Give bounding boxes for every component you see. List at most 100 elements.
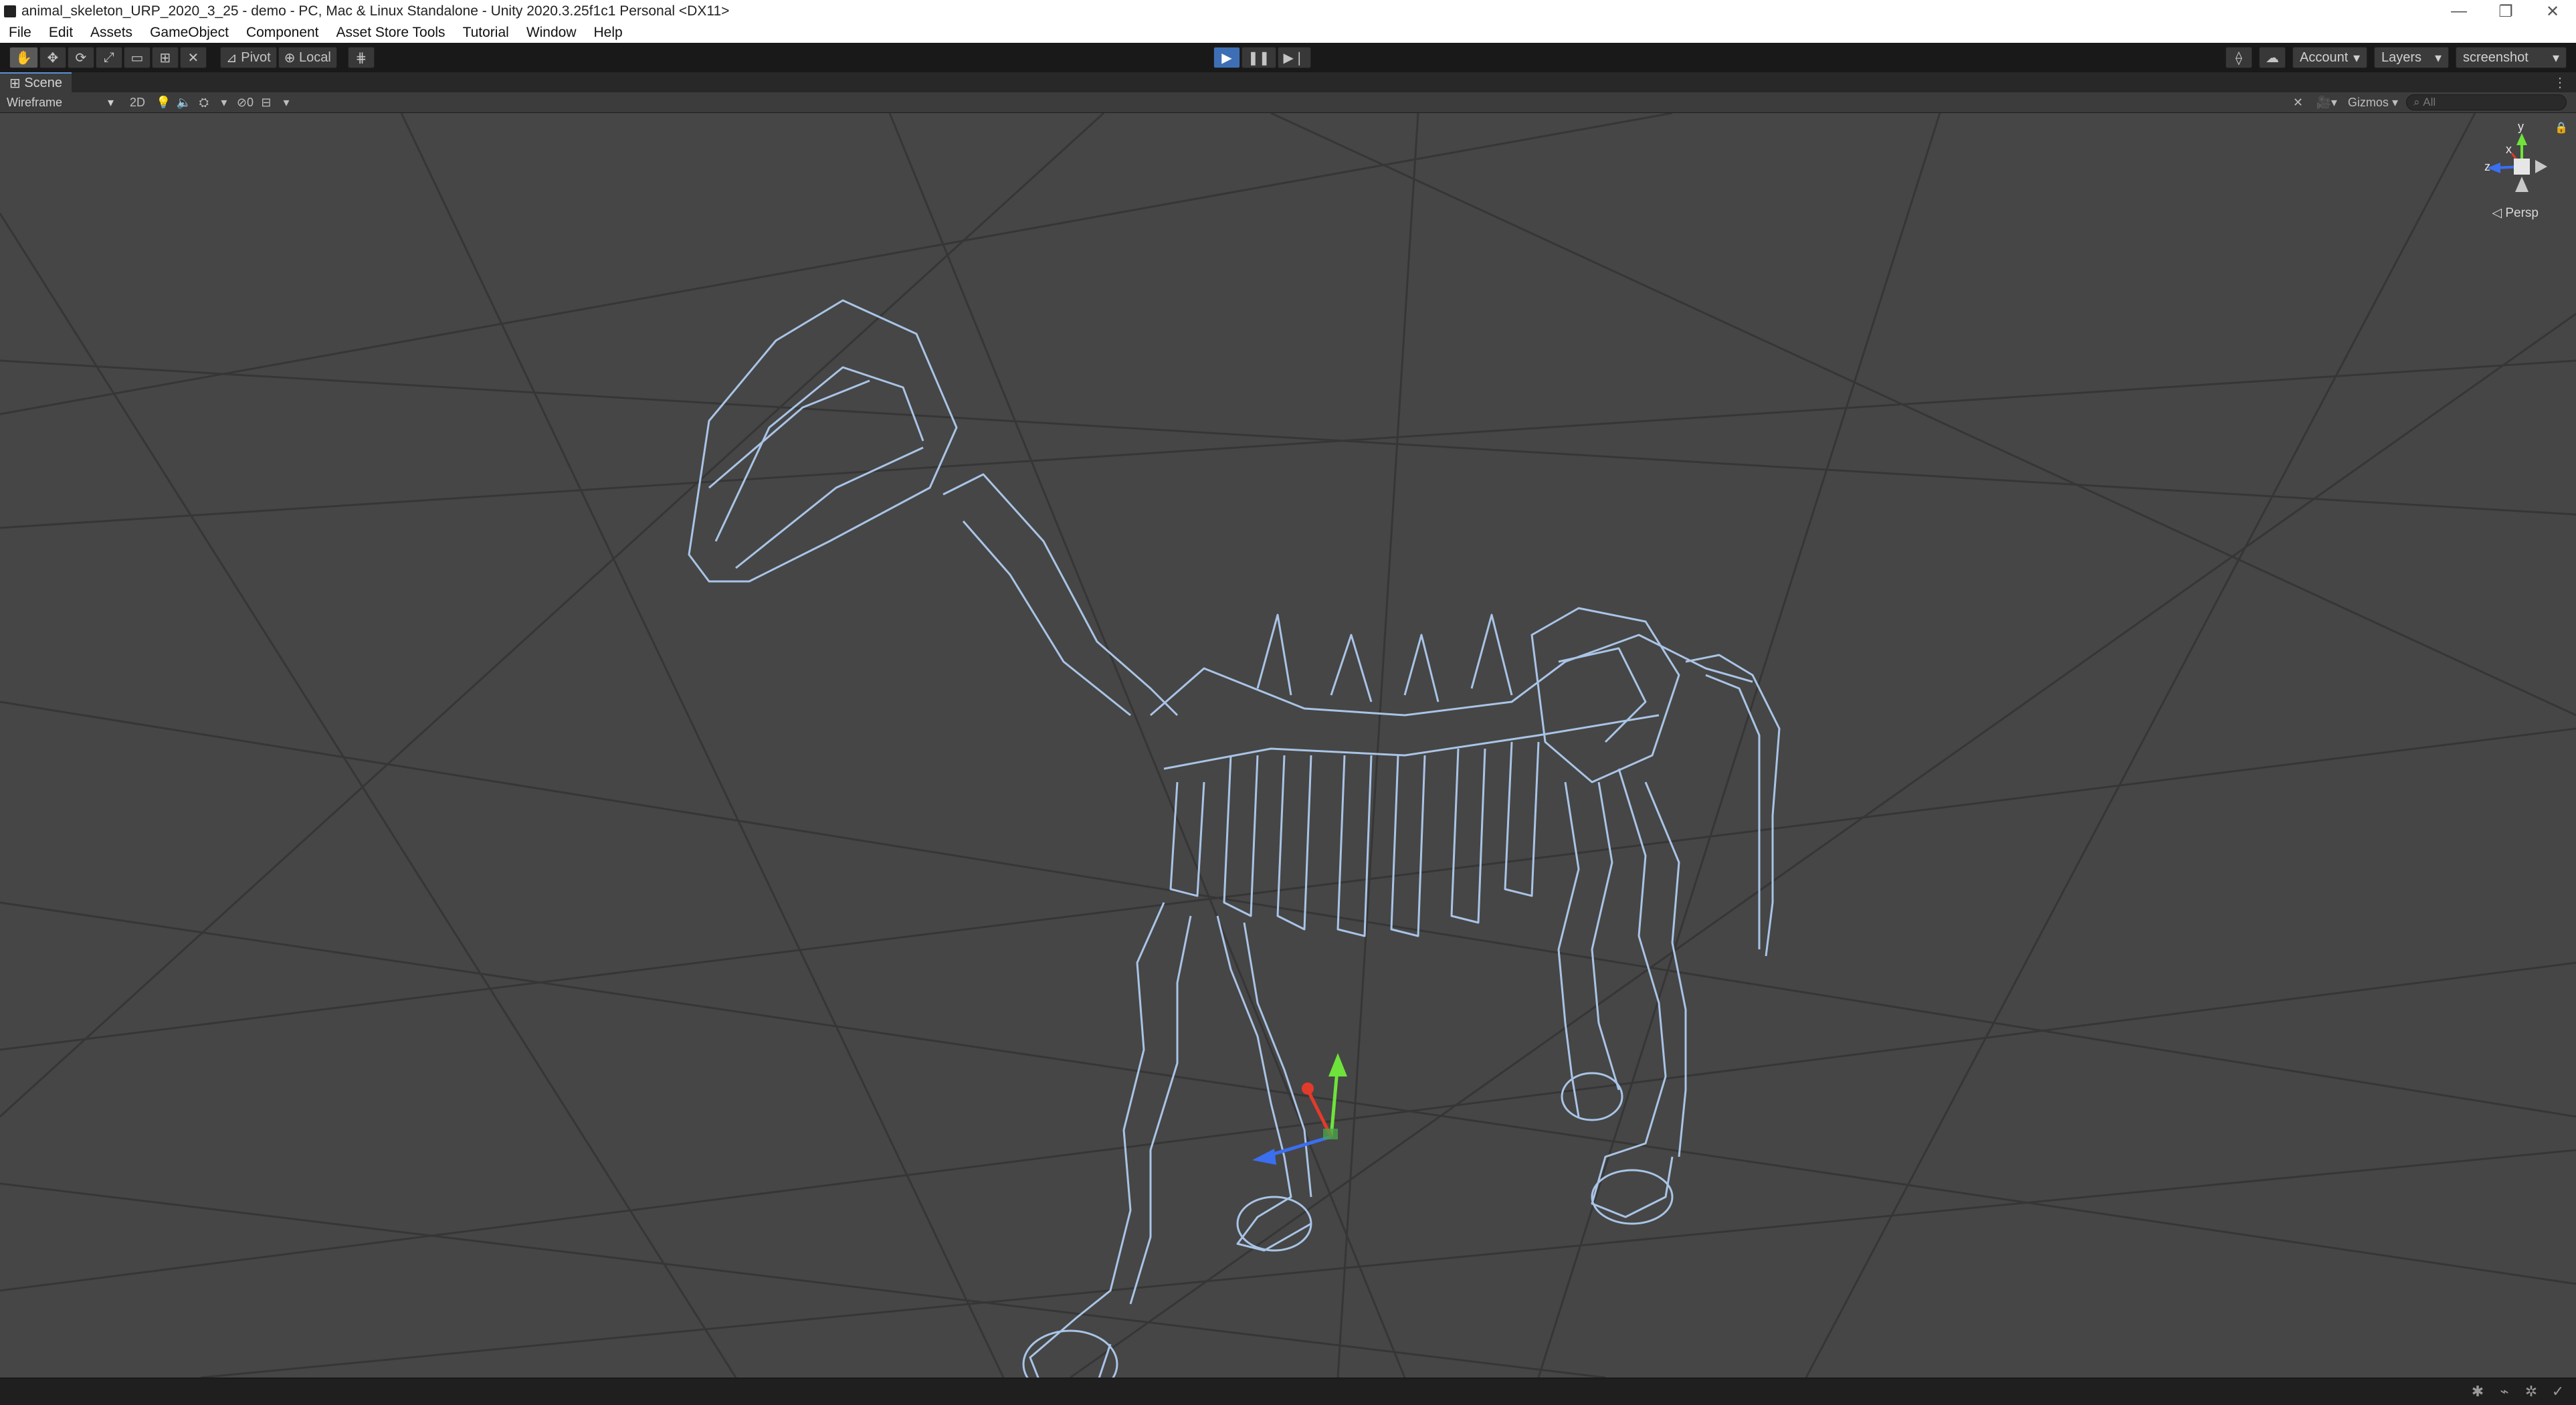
toggle-2d-button[interactable]: 2D xyxy=(127,94,148,111)
orientation-gizmo[interactable] xyxy=(2487,133,2547,192)
layers-dropdown[interactable]: Layers ▾ xyxy=(2374,47,2449,68)
camera-icon[interactable]: 🎥▾ xyxy=(2313,94,2339,111)
title-bar: animal_skeleton_URP_2020_3_25 - demo - P… xyxy=(0,0,2576,23)
menu-help[interactable]: Help xyxy=(585,25,631,41)
search-icon: ⌕ xyxy=(2413,96,2420,108)
draw-mode-label: Wireframe xyxy=(7,95,63,109)
minimize-button[interactable]: — xyxy=(2436,0,2482,23)
pivot-label: Pivot xyxy=(241,50,271,65)
gizmo-neg-y-cone-icon[interactable] xyxy=(2515,177,2529,192)
eye-slash-icon: ⊘ xyxy=(236,95,247,109)
local-icon: ⊕ xyxy=(284,50,296,66)
projection-label: Persp xyxy=(2505,205,2539,220)
z-axis-arrow-icon[interactable] xyxy=(1252,1149,1276,1165)
gizmo-neg-z-cone-icon[interactable] xyxy=(2535,160,2547,173)
scene-tab-icon: ⊞ xyxy=(9,76,21,91)
local-label: Local xyxy=(299,50,331,65)
hidden-count: 0 xyxy=(246,95,254,109)
menu-gameobject[interactable]: GameObject xyxy=(141,25,237,41)
unity-logo-icon xyxy=(4,5,16,17)
tab-scene[interactable]: ⊞ Scene xyxy=(0,72,72,92)
close-button[interactable]: ✕ xyxy=(2529,0,2576,23)
local-toggle[interactable]: ⊕ Local xyxy=(278,47,337,68)
menu-asset-store-tools[interactable]: Asset Store Tools xyxy=(328,25,454,41)
chevron-down-icon: ▾ xyxy=(2353,50,2360,66)
pivot-icon: ⊿ xyxy=(225,50,237,66)
layout-label: screenshot xyxy=(2463,50,2529,65)
chevron-down-icon[interactable]: ▾ xyxy=(276,94,296,111)
gizmos-dropdown[interactable]: Gizmos ▾ xyxy=(2345,94,2401,111)
scene-view-toolbar: Wireframe ▾ 2D 💡 🔈 ⛭ ▾ ⊘ 0 ⊟ ▾ ✕ 🎥▾ Gizmo… xyxy=(0,92,2576,113)
hand-tool-icon[interactable]: ✋ xyxy=(9,47,38,68)
menu-component[interactable]: Component xyxy=(237,25,328,41)
checkmark-icon[interactable]: ✓ xyxy=(2549,1383,2567,1400)
grid-snap-button[interactable]: ⋕ xyxy=(347,47,375,68)
scale-tool-icon[interactable]: ⤢ xyxy=(95,47,122,68)
chevron-down-icon[interactable]: ▾ xyxy=(214,94,234,111)
toolbar-right-group: ⟠ ☁ Account ▾ Layers ▾ screenshot ▾ xyxy=(2225,47,2567,68)
layers-label: Layers xyxy=(2381,50,2422,65)
menu-assets[interactable]: Assets xyxy=(82,25,141,41)
collab-icon[interactable]: ⟠ xyxy=(2225,47,2252,68)
pause-button[interactable]: ❚❚ xyxy=(1242,47,1276,68)
chevron-down-icon: ▾ xyxy=(2391,95,2398,109)
menu-file[interactable]: File xyxy=(0,25,40,41)
step-button[interactable]: ▶❘ xyxy=(1277,47,1311,68)
account-label: Account xyxy=(2300,50,2349,65)
status-bar: ✱ ⌁ ✲ ✓ xyxy=(0,1378,2576,1405)
network-icon[interactable]: ⌁ xyxy=(2496,1383,2513,1400)
custom-tool-icon[interactable]: ✕ xyxy=(179,47,207,68)
window-title: animal_skeleton_URP_2020_3_25 - demo - P… xyxy=(21,3,730,19)
toggle-2d-label: 2D xyxy=(130,95,146,109)
chevron-left-icon: ◁ xyxy=(2492,206,2502,220)
scene-toolbar-right: ✕ 🎥▾ Gizmos ▾ ⌕ All xyxy=(2288,94,2567,111)
playmode-group: ▶ ❚❚ ▶❘ xyxy=(1213,47,1311,68)
scene-viewport[interactable]: y x z 🔒 ◁ Persp xyxy=(0,113,2576,1378)
play-button[interactable]: ▶ xyxy=(1213,47,1240,68)
search-placeholder: All xyxy=(2423,96,2436,108)
chevron-down-icon: ▾ xyxy=(2552,50,2559,66)
transform-tool-icon[interactable]: ⊞ xyxy=(151,47,179,68)
menu-bar: File Edit Assets GameObject Component As… xyxy=(0,23,2576,43)
audio-icon[interactable]: 🔈 xyxy=(173,94,193,111)
gizmo-y-cone-icon[interactable] xyxy=(2516,133,2527,145)
move-handle-gizmo[interactable] xyxy=(1252,1053,1347,1165)
rect-tool-icon[interactable]: ▭ xyxy=(123,47,151,68)
gizmo-y-label: y xyxy=(2518,120,2524,133)
move-tool-icon[interactable]: ✥ xyxy=(39,47,66,68)
rotate-tool-icon[interactable]: ⟳ xyxy=(67,47,94,68)
transform-tools-group: ✋ ✥ ⟳ ⤢ ▭ ⊞ ✕ xyxy=(9,47,207,68)
tools-icon[interactable]: ✕ xyxy=(2288,94,2308,111)
plane-handle[interactable] xyxy=(1323,1129,1338,1139)
lighting-icon[interactable]: 💡 xyxy=(153,94,173,111)
cloud-icon[interactable]: ☁ xyxy=(2259,47,2286,68)
effects-icon[interactable]: ⛭ xyxy=(194,94,214,111)
scene-search-input[interactable]: ⌕ All xyxy=(2406,94,2567,110)
y-axis-arrow-icon[interactable] xyxy=(1328,1053,1347,1076)
scene-canvas xyxy=(0,113,2576,1378)
menu-window[interactable]: Window xyxy=(518,25,585,41)
gizmo-center-cube-icon[interactable] xyxy=(2514,159,2530,175)
layout-dropdown[interactable]: screenshot ▾ xyxy=(2456,47,2567,68)
scene-tab-label: Scene xyxy=(24,75,63,90)
debug-icon[interactable]: ✲ xyxy=(2522,1383,2540,1400)
gizmo-z-label: z xyxy=(2484,160,2490,173)
scene-grid xyxy=(0,113,2576,1378)
draw-mode-dropdown[interactable]: Wireframe ▾ xyxy=(0,94,120,111)
main-toolbar: ✋ ✥ ⟳ ⤢ ▭ ⊞ ✕ ⊿ Pivot ⊕ Local ⋕ ▶ ❚❚ ▶❘ … xyxy=(0,43,2576,72)
maximize-button[interactable]: ❐ xyxy=(2482,0,2529,23)
projection-toggle[interactable]: ◁ Persp xyxy=(2492,205,2539,221)
menu-tutorial[interactable]: Tutorial xyxy=(454,25,518,41)
tab-menu-icon[interactable]: ⋮ xyxy=(2553,74,2567,91)
account-dropdown[interactable]: Account ▾ xyxy=(2292,47,2367,68)
grid-icon[interactable]: ⊟ xyxy=(256,94,276,111)
menu-edit[interactable]: Edit xyxy=(40,25,82,41)
scene-tab-bar: ⊞ Scene ⋮ xyxy=(0,72,2576,92)
pivot-toggle[interactable]: ⊿ Pivot xyxy=(219,47,277,68)
hidden-objects-toggle[interactable]: ⊘ 0 xyxy=(234,94,256,111)
gizmos-label: Gizmos xyxy=(2347,95,2389,109)
lock-icon[interactable]: 🔒 xyxy=(2555,121,2568,134)
x-axis-cap-icon[interactable] xyxy=(1302,1083,1314,1095)
chevron-down-icon: ▾ xyxy=(2434,50,2442,66)
bug-icon[interactable]: ✱ xyxy=(2469,1383,2486,1400)
